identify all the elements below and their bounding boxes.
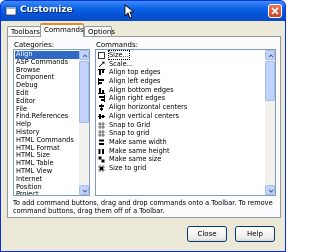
instructions-text: To add command buttons, drag and drop co… <box>13 199 273 215</box>
command-item[interactable]: Snap to Grid <box>97 121 262 130</box>
command-label: Align left edges <box>109 77 161 86</box>
title-bar[interactable]: Customize <box>1 1 285 21</box>
scroll-thumb[interactable] <box>265 61 275 101</box>
command-label: Align right edges <box>109 94 166 103</box>
command-item[interactable]: Size... <box>97 50 262 60</box>
app-icon <box>5 6 17 16</box>
align-right-icon <box>99 95 105 103</box>
command-label: Align top edges <box>109 68 161 77</box>
commands-label: Commands: <box>96 41 138 49</box>
command-item[interactable]: Align vertical centers <box>97 112 262 121</box>
scale-icon <box>98 61 105 67</box>
align-left-icon <box>98 78 104 86</box>
tab-commands[interactable]: Commands <box>40 23 84 37</box>
command-item[interactable]: Make same width <box>97 138 262 147</box>
command-label: Snap to Grid <box>109 120 151 129</box>
align-bottom-icon <box>98 87 105 94</box>
snap-grid-icon <box>98 121 105 129</box>
snap-grid-icon <box>98 130 105 138</box>
categories-label: Categories: <box>14 41 55 49</box>
command-label: Align bottom edges <box>109 85 174 94</box>
align-hcenter-icon <box>99 104 104 112</box>
mouse-cursor-icon <box>124 4 134 19</box>
window-title: Customize <box>20 5 73 15</box>
command-item[interactable]: Snap to grid <box>97 129 262 138</box>
same-size-icon <box>98 156 105 163</box>
command-label: Size... <box>108 50 130 60</box>
same-height-icon <box>98 148 104 154</box>
commands-scrollbar[interactable] <box>265 50 275 195</box>
command-label: Make same size <box>109 155 162 164</box>
command-label: Make same height <box>109 146 170 155</box>
align-vcenter-icon <box>98 113 105 119</box>
command-label: Size to grid <box>109 163 147 172</box>
command-item[interactable]: Align bottom edges <box>97 86 262 95</box>
command-label: Align vertical centers <box>109 111 179 120</box>
size-grid-icon <box>98 164 105 172</box>
size-icon <box>98 52 105 59</box>
commands-list[interactable]: Size... Scale... Align top edges Align left… <box>95 49 276 196</box>
command-item[interactable]: Make same size <box>97 155 262 164</box>
scroll-thumb[interactable] <box>79 61 89 123</box>
align-top-icon <box>98 69 105 76</box>
category-item[interactable]: Project <box>15 191 79 195</box>
command-item[interactable]: Align right edges <box>97 94 262 103</box>
help-button[interactable]: Help <box>235 226 275 242</box>
command-label: Snap to grid <box>109 129 150 138</box>
scroll-up-icon[interactable] <box>79 50 89 60</box>
close-button[interactable]: Close <box>187 226 227 242</box>
scroll-down-icon[interactable] <box>79 185 89 195</box>
command-item[interactable]: Size to grid <box>97 164 262 173</box>
commands-panel: Categories: Commands: Align ASP Commands B… <box>7 36 281 218</box>
command-item[interactable]: Align left edges <box>97 77 262 86</box>
command-label: Align horizontal centers <box>109 103 188 112</box>
categories-scrollbar[interactable] <box>79 50 89 195</box>
command-item[interactable]: Scale... <box>97 60 262 69</box>
customize-dialog: Customize Toolbars Commands Options Cate… <box>0 0 286 252</box>
close-icon[interactable] <box>268 4 282 18</box>
command-item[interactable]: Align top edges <box>97 68 262 77</box>
command-item[interactable]: Align horizontal centers <box>97 103 262 112</box>
command-label: Scale... <box>109 59 134 68</box>
same-width-icon <box>99 139 104 145</box>
scroll-up-icon[interactable] <box>265 50 275 60</box>
scroll-down-icon[interactable] <box>265 185 275 195</box>
command-label: Make same width <box>109 137 167 146</box>
command-item[interactable]: Make same height <box>97 147 262 156</box>
categories-list[interactable]: Align ASP Commands Browse Component Debug Edi… <box>13 49 90 196</box>
